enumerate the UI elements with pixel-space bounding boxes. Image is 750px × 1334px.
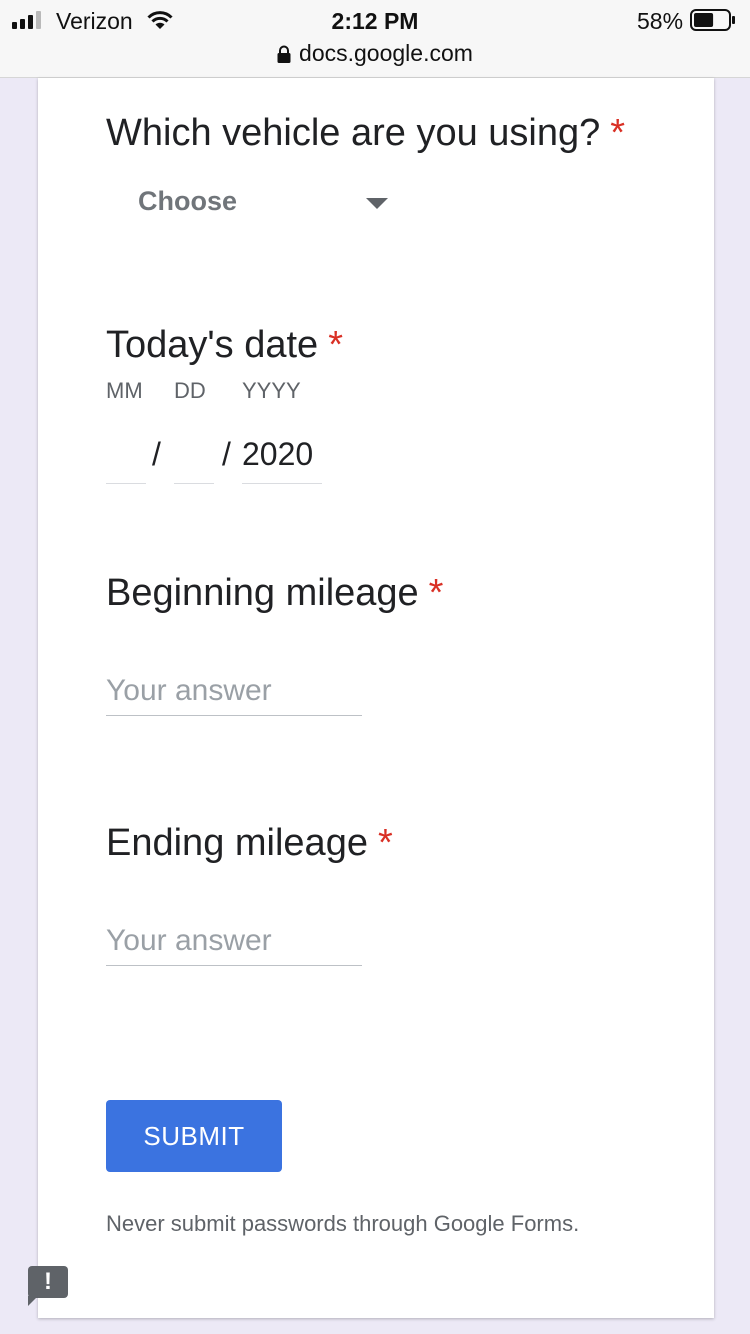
beginning-mileage-input[interactable]: Your answer <box>106 670 362 716</box>
date-question-label: Today's date <box>106 324 319 366</box>
url-bar[interactable]: docs.google.com <box>0 40 750 67</box>
report-problem-icon[interactable]: ! <box>28 1266 68 1298</box>
month-caption: MM <box>106 378 143 403</box>
required-asterisk: * <box>328 324 343 366</box>
lock-icon <box>277 45 291 63</box>
required-asterisk: * <box>428 572 444 614</box>
vehicle-select[interactable]: Choose <box>138 186 392 222</box>
report-problem-icon-tail <box>28 1296 38 1306</box>
battery-percent: 58% <box>637 8 684 34</box>
date-separator: / <box>222 436 231 472</box>
required-asterisk: * <box>377 822 393 864</box>
url-text: docs.google.com <box>299 40 473 66</box>
ending-mileage-question-title: Ending mileage * <box>106 822 393 865</box>
beginning-mileage-question-title: Beginning mileage * <box>106 572 443 615</box>
ending-mileage-input[interactable]: Your answer <box>106 920 362 966</box>
month-input[interactable] <box>106 436 146 484</box>
battery-icon <box>690 9 735 31</box>
year-caption: YYYY <box>242 378 301 403</box>
date-separator: / <box>152 436 161 472</box>
submit-button[interactable]: SUBMIT <box>106 1100 282 1172</box>
dropdown-arrow-icon <box>366 198 388 209</box>
day-caption: DD <box>174 378 206 403</box>
status-bar: Verizon 2:12 PM 58% docs.google.com <box>0 0 750 78</box>
ending-mileage-label: Ending mileage <box>106 822 368 864</box>
day-input[interactable] <box>174 436 214 484</box>
year-input[interactable]: 2020 <box>242 436 322 484</box>
vehicle-select-value: Choose <box>138 186 238 216</box>
required-asterisk: * <box>610 112 626 154</box>
beginning-mileage-label: Beginning mileage <box>106 572 419 614</box>
vehicle-question-label: Which vehicle are you using? <box>106 112 601 154</box>
vehicle-question-title: Which vehicle are you using? * <box>106 112 625 155</box>
password-warning: Never submit passwords through Google Fo… <box>106 1211 580 1236</box>
date-question-title: Today's date * <box>106 324 343 367</box>
